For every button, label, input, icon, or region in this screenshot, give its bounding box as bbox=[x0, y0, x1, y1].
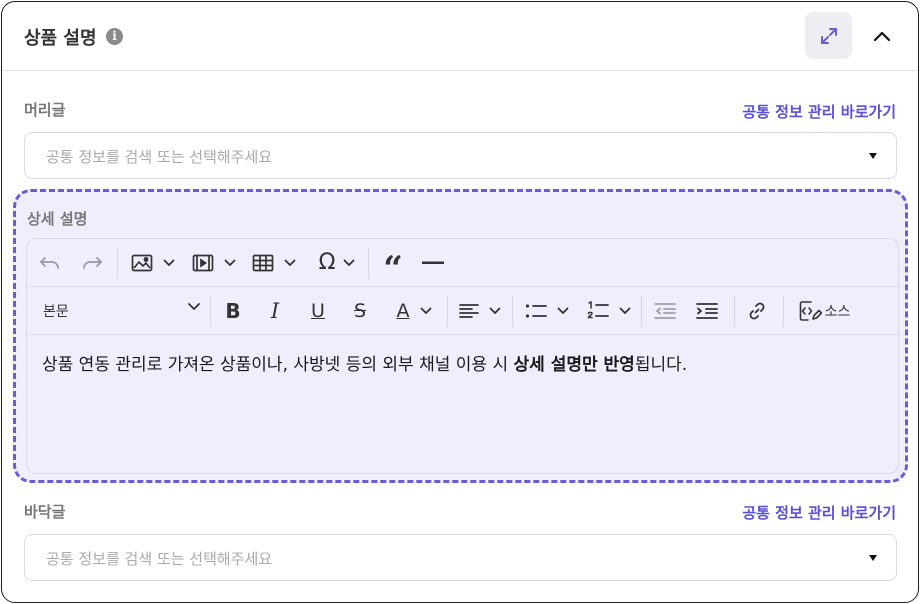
chevron-up-icon bbox=[873, 31, 891, 42]
strikethrough-button[interactable]: S bbox=[348, 299, 372, 323]
outdent-button[interactable] bbox=[653, 299, 677, 323]
insert-video-button[interactable] bbox=[189, 251, 239, 275]
italic-button[interactable]: I bbox=[263, 299, 287, 323]
horizontal-rule-icon bbox=[422, 261, 444, 264]
bold-button[interactable]: B bbox=[221, 299, 245, 323]
source-label: 소스 bbox=[824, 304, 851, 320]
toolbar-divider bbox=[734, 295, 735, 327]
link-icon bbox=[749, 302, 765, 320]
header-common-info-select[interactable]: 공통 정보를 검색 또는 선택해주세요 bbox=[24, 132, 897, 179]
toolbar-divider bbox=[447, 295, 448, 327]
align-icon bbox=[459, 304, 479, 318]
info-icon[interactable]: i bbox=[106, 28, 123, 45]
numbered-list-icon bbox=[587, 301, 609, 319]
content-text: 상품 연동 관리로 가져온 상품이나, 사방넷 등의 외부 채널 이용 시 bbox=[42, 355, 514, 375]
bullet-list-icon bbox=[525, 304, 547, 318]
detail-description-label: 상세 설명 bbox=[27, 210, 88, 228]
source-view-button[interactable]: 소스 bbox=[793, 298, 855, 324]
chevron-down-icon bbox=[284, 259, 296, 266]
product-description-panel: 상품 설명 i 머리글 공통 정보 관리 바로가기 공통 정보를 검색 또는 선… bbox=[1, 1, 919, 603]
chevron-down-icon bbox=[224, 259, 236, 266]
redo-icon bbox=[83, 257, 102, 269]
panel-title: 상품 설명 bbox=[24, 28, 97, 49]
source-code-icon bbox=[799, 301, 822, 321]
toolbar-divider bbox=[210, 295, 211, 327]
toolbar-divider bbox=[641, 295, 642, 327]
text-align-button[interactable] bbox=[455, 299, 505, 323]
chevron-down-icon bbox=[557, 307, 569, 314]
horizontal-rule-button[interactable] bbox=[421, 251, 445, 275]
editor-content[interactable]: 상품 연동 관리로 가져온 상품이나, 사방넷 등의 외부 채널 이용 시 상세… bbox=[42, 350, 687, 375]
strikethrough-icon: S bbox=[353, 300, 367, 322]
insert-image-button[interactable] bbox=[127, 251, 179, 275]
expand-button[interactable] bbox=[805, 12, 852, 59]
indent-button[interactable] bbox=[695, 299, 719, 323]
toolbar-divider bbox=[512, 295, 513, 327]
editor-toolbar-row-1: Ω “ bbox=[27, 239, 898, 287]
chevron-down-icon bbox=[489, 307, 501, 314]
panel-header: 상품 설명 i bbox=[2, 2, 918, 71]
blockquote-button[interactable]: “ bbox=[379, 249, 407, 277]
chevron-down-icon bbox=[619, 307, 631, 314]
paragraph-style-value: 본문 bbox=[43, 304, 69, 320]
insert-link-button[interactable] bbox=[745, 299, 769, 323]
image-icon bbox=[131, 254, 153, 272]
expand-diagonal-icon bbox=[820, 27, 837, 44]
outdent-icon bbox=[654, 303, 676, 319]
toolbar-divider bbox=[783, 295, 784, 327]
undo-button[interactable] bbox=[37, 251, 63, 275]
chevron-down-icon bbox=[344, 259, 355, 266]
paragraph-style-select[interactable]: 본문 bbox=[33, 296, 203, 326]
bold-icon: B bbox=[225, 299, 241, 323]
special-character-button[interactable]: Ω bbox=[312, 250, 362, 276]
italic-icon: I bbox=[270, 299, 280, 323]
footer-common-info-select[interactable]: 공통 정보를 검색 또는 선택해주세요 bbox=[24, 534, 897, 581]
blockquote-icon: “ bbox=[383, 252, 403, 274]
indent-icon bbox=[696, 303, 718, 319]
chevron-down-icon bbox=[163, 259, 175, 266]
underline-icon: U bbox=[311, 300, 325, 322]
footer-field-label: 바닥글 bbox=[24, 503, 66, 521]
omega-icon: Ω bbox=[318, 250, 336, 275]
rich-text-editor[interactable]: Ω “ 본문 B I U S A 소스 상품 연동 관리로 가져온 상품이나, … bbox=[26, 238, 899, 474]
chevron-down-icon bbox=[188, 303, 200, 310]
table-icon bbox=[252, 254, 274, 272]
header-field-label: 머리글 bbox=[24, 101, 66, 119]
content-bold-text: 상세 설명만 반영 bbox=[513, 355, 635, 375]
editor-toolbar-row-2: 본문 B I U S A 소스 bbox=[27, 287, 898, 335]
footer-select-placeholder: 공통 정보를 검색 또는 선택해주세요 bbox=[46, 550, 273, 568]
header-select-placeholder: 공통 정보를 검색 또는 선택해주세요 bbox=[46, 148, 273, 166]
insert-table-button[interactable] bbox=[249, 251, 299, 275]
content-text-end: 됩니다. bbox=[634, 355, 688, 375]
numbered-list-button[interactable] bbox=[583, 299, 635, 323]
font-color-button[interactable]: A bbox=[389, 299, 439, 323]
dropdown-caret-icon bbox=[869, 153, 877, 159]
toolbar-divider bbox=[368, 247, 369, 279]
detail-description-section: 상세 설명 Ω “ 본문 B I U S A 소스 상품 연동 관리로 가져온 … bbox=[13, 189, 908, 483]
chevron-down-icon bbox=[420, 307, 431, 314]
underline-button[interactable]: U bbox=[306, 299, 330, 323]
bullet-list-button[interactable] bbox=[521, 299, 573, 323]
font-color-icon: A bbox=[396, 300, 410, 322]
collapse-button[interactable] bbox=[868, 22, 896, 50]
header-common-info-link[interactable]: 공통 정보 관리 바로가기 bbox=[742, 101, 896, 122]
footer-common-info-link[interactable]: 공통 정보 관리 바로가기 bbox=[742, 502, 896, 523]
dropdown-caret-icon bbox=[869, 555, 877, 561]
redo-button[interactable] bbox=[79, 251, 105, 275]
undo-icon bbox=[40, 257, 59, 269]
toolbar-divider bbox=[117, 247, 118, 279]
video-icon bbox=[192, 254, 214, 272]
